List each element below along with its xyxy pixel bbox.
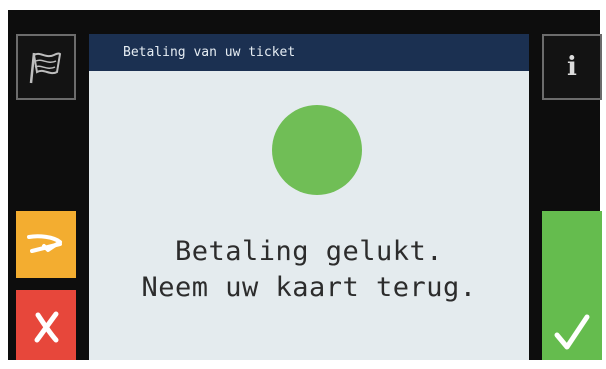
info-icon: i	[567, 52, 577, 82]
status-message-line2: Neem uw kaart terug.	[141, 272, 477, 303]
cross-icon	[34, 311, 59, 343]
checkmark-icon	[554, 314, 590, 350]
return-arrow-icon	[27, 234, 62, 253]
confirm-button[interactable]	[542, 211, 602, 360]
status-message-line1: Betaling gelukt.	[174, 236, 444, 267]
info-button[interactable]: i	[542, 34, 602, 100]
flag-icon	[29, 52, 62, 84]
panel-header: Betaling van uw ticket	[89, 34, 529, 71]
status-message: Betaling gelukt. Neem uw kaart terug.	[89, 234, 529, 306]
language-button[interactable]	[16, 34, 76, 100]
back-button[interactable]	[16, 211, 76, 278]
success-indicator	[272, 105, 362, 195]
kiosk-screen: i Betaling van uw ticket Betaling gelukt…	[8, 10, 602, 360]
payment-panel: Betaling van uw ticket Betaling gelukt. …	[89, 34, 529, 360]
cancel-button[interactable]	[16, 290, 76, 360]
